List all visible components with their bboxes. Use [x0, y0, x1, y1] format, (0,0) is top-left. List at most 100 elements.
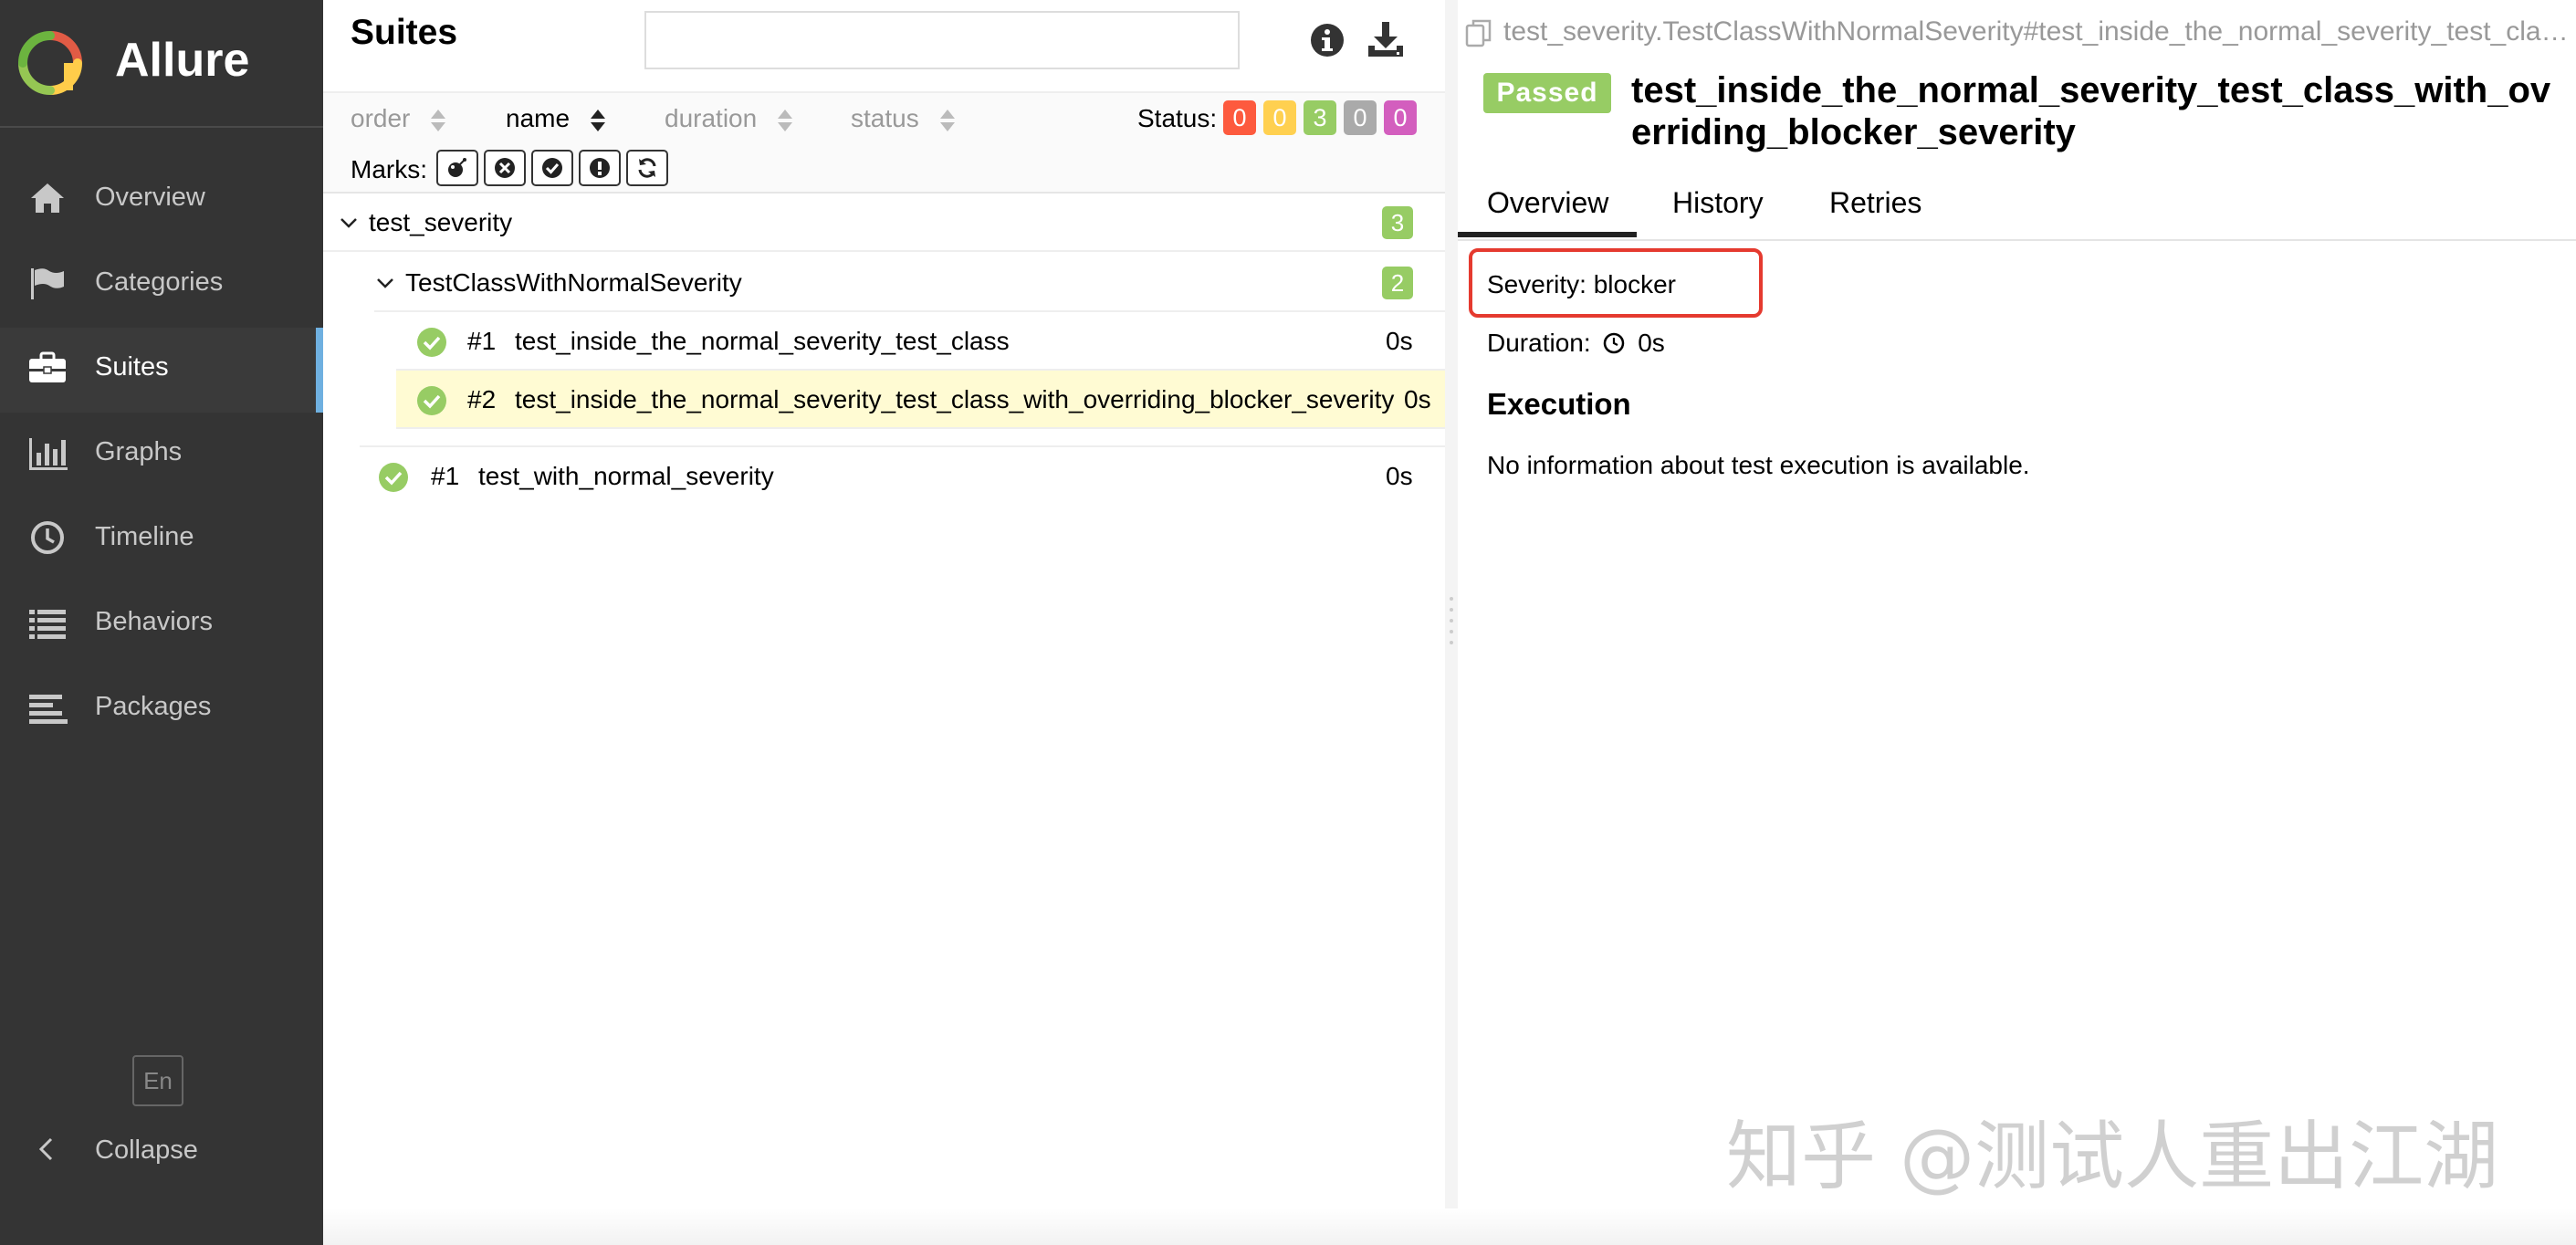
sidebar-item-suites[interactable]: Suites: [0, 328, 323, 413]
mark-retries-button[interactable]: [626, 150, 668, 186]
sort-duration-label: duration: [665, 104, 758, 132]
search-input[interactable]: [644, 11, 1240, 69]
status-badge: Passed: [1483, 73, 1611, 113]
sort-arrows-icon: [939, 108, 956, 133]
test-duration: 0s: [1386, 327, 1413, 355]
suite-name: test_severity: [369, 208, 513, 236]
tab-history[interactable]: History: [1672, 186, 1764, 220]
retries-icon: [638, 158, 656, 178]
language-button[interactable]: En: [132, 1055, 183, 1106]
watermark-text: 知乎 @测试人重出江湖: [1726, 1114, 2499, 1200]
sort-arrows-icon: [430, 108, 446, 133]
passed-check-icon: [417, 328, 446, 357]
execution-heading: Execution: [1487, 387, 1631, 421]
severity-label: Severity: blocker: [1487, 270, 1676, 298]
testcase-title: test_inside_the_normal_severity_test_cla…: [1631, 70, 2551, 152]
sort-order-label: order: [351, 104, 411, 132]
test-name: test_with_normal_severity: [478, 462, 774, 490]
tree-test-row[interactable]: #1 test_with_normal_severity 0s: [360, 445, 1445, 504]
testcase-panel: test_severity.TestClassWithNormalSeverit…: [1458, 0, 2576, 1245]
sidebar-item-behaviors[interactable]: Behaviors: [0, 582, 323, 667]
clock-icon: [31, 521, 64, 554]
tab-retries[interactable]: Retries: [1829, 186, 1922, 220]
new-failed-icon: [495, 158, 515, 178]
sort-name-label: name: [506, 104, 571, 132]
status-unknown-badge[interactable]: 0: [1384, 100, 1417, 135]
test-number: #1: [467, 327, 497, 355]
drag-handle-icon: [1450, 597, 1453, 644]
brand[interactable]: Allure: [0, 0, 323, 128]
sidebar-item-overview[interactable]: Overview: [0, 158, 323, 243]
duration-label: Duration:: [1487, 329, 1591, 357]
sidebar-item-label: Graphs: [95, 437, 183, 466]
suite-count-badge: 3: [1382, 206, 1413, 239]
duration-row: Duration: 0s: [1487, 329, 1665, 358]
download-icon[interactable]: [1366, 20, 1406, 60]
active-tab-indicator: [1458, 232, 1637, 237]
clock-icon: [1604, 332, 1625, 354]
sort-status-label: status: [851, 104, 919, 132]
tab-overview[interactable]: Overview: [1487, 186, 1608, 220]
testcase-tabs: Overview History Retries: [1458, 168, 2576, 241]
test-name: test_inside_the_normal_severity_test_cla…: [515, 385, 1395, 413]
allure-logo-icon: [18, 31, 82, 95]
test-duration: 0s: [1404, 385, 1431, 413]
bar-chart-icon: [29, 438, 68, 470]
passed-check-icon: [379, 463, 408, 492]
home-icon: [31, 183, 64, 213]
sort-toolbar: order name duration status Status: 0 0 3…: [323, 91, 1445, 194]
status-failed-badge[interactable]: 0: [1223, 100, 1256, 135]
sort-duration[interactable]: duration: [665, 104, 793, 133]
tree-class-row[interactable]: TestClassWithNormalSeverity 2: [374, 254, 1445, 312]
sidebar-item-timeline[interactable]: Timeline: [0, 497, 323, 582]
status-skipped-badge[interactable]: 0: [1344, 100, 1377, 135]
pane-splitter[interactable]: [1445, 0, 1458, 1245]
status-filter-label: Status:: [1137, 104, 1218, 132]
status-passed-badge[interactable]: 3: [1304, 100, 1336, 135]
mark-new-passed-button[interactable]: [531, 150, 573, 186]
tree-suite-row[interactable]: test_severity 3: [323, 194, 1445, 252]
sort-arrows-icon: [590, 108, 606, 133]
new-broken-icon: [590, 158, 610, 178]
test-number: #2: [467, 385, 497, 413]
tree-test-row-selected[interactable]: #2 test_inside_the_normal_severity_test_…: [396, 371, 1445, 429]
sidebar-item-label: Behaviors: [95, 607, 213, 636]
mark-new-broken-button[interactable]: [579, 150, 621, 186]
test-name: test_inside_the_normal_severity_test_cla…: [515, 327, 1010, 355]
flaky-bomb-icon: [448, 158, 466, 177]
sidebar-item-packages[interactable]: Packages: [0, 667, 323, 752]
collapse-label: Collapse: [95, 1135, 198, 1165]
sidebar-item-label: Timeline: [95, 522, 194, 551]
class-name: TestClassWithNormalSeverity: [405, 268, 742, 297]
test-duration: 0s: [1386, 462, 1413, 490]
status-broken-badge[interactable]: 0: [1263, 100, 1296, 135]
marks-filter-label: Marks:: [351, 155, 427, 183]
tree-test-row[interactable]: #1 test_inside_the_normal_severity_test_…: [396, 312, 1445, 371]
copy-icon[interactable]: [1465, 18, 1492, 47]
sidebar-item-categories[interactable]: Categories: [0, 243, 323, 328]
sidebar-item-label: Categories: [95, 267, 224, 297]
brand-name: Allure: [115, 34, 250, 87]
list-icon: [29, 610, 66, 639]
flag-icon: [31, 268, 64, 299]
mark-new-failed-button[interactable]: [484, 150, 526, 186]
sidebar-item-label: Suites: [95, 352, 169, 382]
sort-order[interactable]: order: [351, 104, 446, 133]
info-icon[interactable]: [1309, 22, 1346, 58]
chevron-down-icon: [340, 218, 357, 228]
align-left-icon: [29, 695, 68, 724]
execution-empty-text: No information about test execution is a…: [1487, 451, 2030, 479]
chevron-left-icon: [38, 1137, 53, 1161]
mark-flaky-button[interactable]: [436, 150, 478, 186]
sidebar: Allure Overview Categories Suites Graphs…: [0, 0, 323, 1245]
bottom-fade: [323, 1208, 2576, 1245]
sidebar-item-label: Packages: [95, 692, 212, 721]
collapse-button[interactable]: Collapse: [0, 1123, 323, 1177]
sort-status[interactable]: status: [851, 104, 956, 133]
sort-arrows-icon: [777, 108, 793, 133]
sort-name[interactable]: name: [506, 104, 606, 133]
sidebar-item-label: Overview: [95, 183, 205, 212]
briefcase-icon: [29, 351, 66, 382]
chevron-down-icon: [377, 278, 393, 288]
sidebar-item-graphs[interactable]: Graphs: [0, 413, 323, 497]
